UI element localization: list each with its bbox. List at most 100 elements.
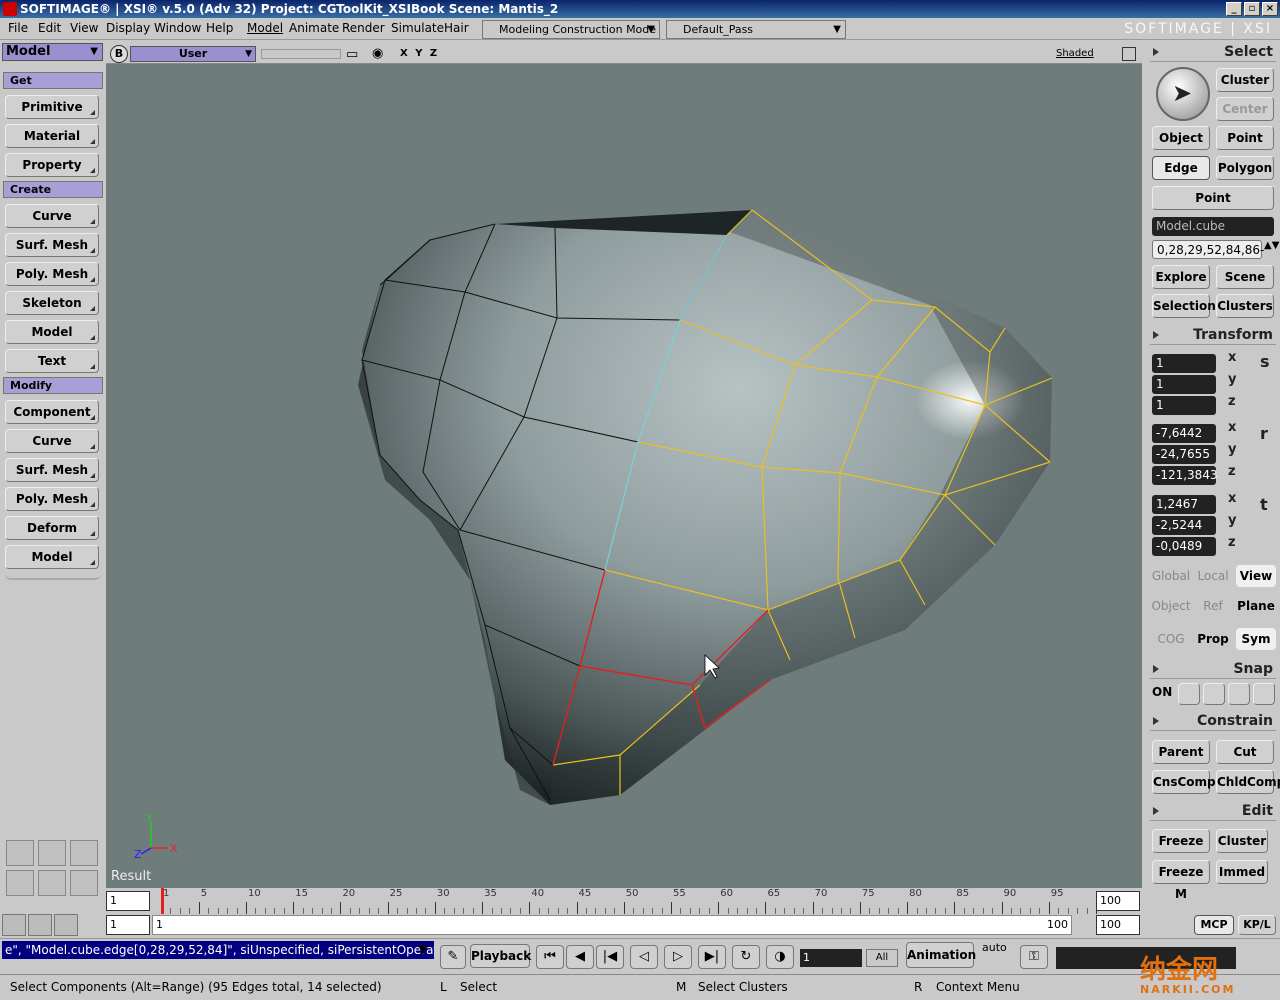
ref-toggle[interactable]: Ref	[1192, 595, 1234, 617]
rotate-z-field[interactable]: -121,3843	[1152, 466, 1218, 485]
close-button[interactable]: ×	[1262, 2, 1278, 16]
scene-button[interactable]: Scene	[1216, 265, 1274, 289]
cog-toggle[interactable]: COG	[1150, 628, 1192, 650]
point-filter-button[interactable]: Point	[1152, 186, 1274, 210]
scale-y-label[interactable]: y	[1228, 372, 1236, 387]
freeze-button[interactable]: Freeze	[1152, 829, 1210, 853]
modify-model-button[interactable]: Model	[5, 545, 99, 569]
viewport-3d[interactable]: Y X Z Result	[106, 64, 1142, 888]
layout-grid-icon[interactable]	[70, 840, 98, 866]
prop-toggle[interactable]: Prop	[1192, 628, 1234, 650]
menu-file[interactable]: File	[8, 21, 28, 35]
current-frame-field[interactable]: 1	[800, 949, 862, 967]
construction-mode-select[interactable]: Modeling Construction Mode ▼	[482, 20, 660, 39]
global-toggle[interactable]: Global	[1150, 565, 1192, 587]
snap-point-icon[interactable]	[1178, 683, 1200, 705]
view-buttons[interactable]	[261, 49, 341, 59]
sym-toggle[interactable]: Sym	[1236, 628, 1276, 650]
play-forward-icon[interactable]: ▷	[664, 945, 692, 969]
go-start-icon[interactable]: |◀	[596, 945, 624, 969]
camera-icon[interactable]: ▭	[346, 47, 358, 62]
selection-button[interactable]: Selection	[1152, 294, 1216, 318]
menu-simulate[interactable]: Simulate	[391, 21, 444, 35]
clusters-button[interactable]: Clusters	[1216, 294, 1274, 318]
maximize-button[interactable]: ▫	[1244, 2, 1260, 16]
modify-deform-button[interactable]: Deform	[5, 516, 99, 540]
create-surf-mesh-button[interactable]: Surf. Mesh	[5, 233, 99, 257]
create-text-button[interactable]: Text	[5, 349, 99, 373]
scale-z-field[interactable]: 1	[1152, 396, 1216, 415]
immed-button[interactable]: Immed	[1216, 860, 1268, 884]
animation-menu[interactable]: Animation	[906, 942, 976, 968]
scale-tool-icon[interactable]: s	[1260, 352, 1270, 371]
modify-surf-mesh-button[interactable]: Surf. Mesh	[5, 458, 99, 482]
layout-quad-icon[interactable]	[6, 840, 34, 866]
timeline-global-end-field[interactable]: 100	[1096, 915, 1140, 935]
pass-select[interactable]: Default_Pass ▼	[666, 20, 846, 39]
minimize-button[interactable]: _	[1226, 2, 1242, 16]
modify-poly-mesh-button[interactable]: Poly. Mesh	[5, 487, 99, 511]
modify-curve-button[interactable]: Curve	[5, 429, 99, 453]
section-modify[interactable]: Modify	[3, 377, 103, 394]
time-ruler[interactable]: 1 5 10 15 20 25 30 35 40 45 50 55 60 65 70 75 80 85 90 95	[161, 888, 1097, 914]
menu-animate[interactable]: Animate	[289, 21, 339, 35]
section-get[interactable]: Get	[3, 72, 103, 89]
layout-horizontal-icon[interactable]	[70, 870, 98, 896]
object-toggle[interactable]: Object	[1150, 595, 1192, 617]
edit-cluster-button[interactable]: Cluster	[1216, 829, 1268, 853]
toolbar-select[interactable]: Model ▼	[2, 43, 103, 61]
spin-arrows-icon[interactable]: ▲▼	[1264, 240, 1279, 251]
scale-x-label[interactable]: x	[1228, 350, 1236, 365]
edit-header[interactable]: Edit	[1150, 801, 1276, 821]
cnscomp-button[interactable]: CnsComp	[1152, 770, 1216, 794]
playback-menu[interactable]: Playback	[470, 944, 531, 968]
translate-z-field[interactable]: -0,0489	[1152, 537, 1216, 556]
auto-key-toggle[interactable]: auto	[982, 941, 1007, 954]
loop-icon[interactable]: ↻	[732, 945, 760, 969]
timeline-start-field[interactable]: 1	[106, 891, 150, 911]
center-select-button[interactable]: Center	[1216, 97, 1274, 121]
select-tool-icon[interactable]: ➤	[1156, 67, 1210, 121]
menu-view[interactable]: View	[70, 21, 98, 35]
rotate-x-field[interactable]: -7,6442	[1152, 424, 1216, 443]
range-slider[interactable]: 1 100	[152, 915, 1072, 935]
chevron-down-icon[interactable]: ▼	[418, 942, 427, 956]
primitive-button[interactable]: Primitive	[5, 95, 99, 119]
object-select-button[interactable]: Object	[1152, 126, 1210, 150]
view-toggle[interactable]: View	[1236, 565, 1276, 587]
snap-surface-icon[interactable]	[1228, 683, 1250, 705]
rotate-y-label[interactable]: y	[1228, 442, 1236, 457]
scale-x-field[interactable]: 1	[1152, 354, 1216, 373]
command-line-input[interactable]: e", "Model.cube.edge[0,28,29,52,84]", si…	[2, 941, 434, 959]
menu-model[interactable]: Model	[247, 21, 283, 35]
constrain-header[interactable]: Constrain	[1150, 711, 1276, 731]
cluster-select-button[interactable]: Cluster	[1216, 68, 1274, 92]
snap-grid-icon[interactable]	[1253, 683, 1275, 705]
rotate-x-label[interactable]: x	[1228, 420, 1236, 435]
select-header[interactable]: Select	[1150, 42, 1276, 62]
playhead-marker[interactable]	[161, 888, 164, 914]
timeline-end-field[interactable]: 100	[1096, 891, 1140, 911]
local-toggle[interactable]: Local	[1192, 565, 1234, 587]
layout-single-icon[interactable]	[38, 840, 66, 866]
viewport-b-icon[interactable]: B	[110, 45, 128, 63]
point-select-button[interactable]: Point	[1216, 126, 1274, 150]
rotate-tool-icon[interactable]: r	[1260, 424, 1268, 443]
mesh-object[interactable]	[358, 209, 1053, 805]
snap-header[interactable]: Snap	[1150, 659, 1276, 679]
scene-canvas[interactable]: Y X Z	[106, 64, 1142, 888]
mcp-icon[interactable]	[2, 914, 26, 936]
plane-toggle[interactable]: Plane	[1236, 595, 1276, 617]
audio-icon[interactable]: ◑	[766, 945, 794, 969]
translate-y-label[interactable]: y	[1228, 513, 1236, 528]
tools-icon[interactable]	[28, 914, 52, 936]
section-create[interactable]: Create	[3, 181, 103, 198]
polygon-select-button[interactable]: Polygon	[1216, 156, 1274, 180]
key-icon[interactable]: ⚿	[1020, 945, 1048, 969]
create-model-button[interactable]: Model	[5, 320, 99, 344]
translate-tool-icon[interactable]: t	[1260, 495, 1268, 514]
create-poly-mesh-button[interactable]: Poly. Mesh	[5, 262, 99, 286]
all-frames-button[interactable]: All	[866, 949, 898, 967]
go-end-icon[interactable]: ▶|	[698, 945, 726, 969]
menu-window[interactable]: Window	[154, 21, 201, 35]
